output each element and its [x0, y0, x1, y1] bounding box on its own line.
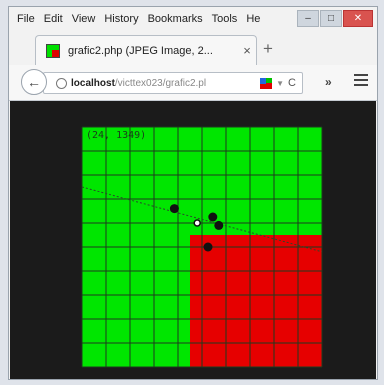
- close-window-button[interactable]: ✕: [343, 10, 373, 27]
- dropdown-icon[interactable]: ▼: [276, 79, 284, 88]
- hamburger-menu-icon[interactable]: [354, 74, 368, 86]
- window-controls: – □ ✕: [297, 10, 373, 27]
- tab-close-icon[interactable]: ×: [238, 43, 256, 58]
- minimize-button[interactable]: –: [297, 10, 319, 27]
- menu-edit[interactable]: Edit: [44, 13, 63, 25]
- thumbnail-icon[interactable]: [260, 77, 273, 89]
- menu-tools[interactable]: Tools: [212, 13, 238, 25]
- url-path: /victtex023/grafic2.pl: [114, 77, 207, 89]
- tab-title: grafic2.php (JPEG Image, 2...: [68, 44, 213, 57]
- navigation-bar: localhost /victtex023/grafic2.pl ▼ C ← »: [9, 65, 377, 101]
- data-point: [208, 212, 218, 222]
- overflow-icon[interactable]: »: [325, 75, 332, 89]
- image-favicon-icon: [46, 43, 60, 58]
- coordinate-readout: (24, 1349): [86, 130, 146, 141]
- url-tools: ▼ C: [260, 77, 302, 89]
- data-point: [169, 204, 179, 214]
- url-host: localhost: [71, 77, 115, 89]
- highlight-marker: [193, 219, 201, 227]
- data-point: [214, 220, 224, 230]
- menu-history[interactable]: History: [104, 13, 138, 25]
- red-region: [190, 235, 322, 367]
- menu-file[interactable]: File: [17, 13, 35, 25]
- globe-icon: [56, 77, 67, 89]
- grafic-image: (24, 1349): [81, 126, 323, 368]
- image-viewport: (24, 1349): [10, 101, 376, 379]
- new-tab-button[interactable]: +: [263, 39, 273, 59]
- menu-help[interactable]: He: [246, 13, 260, 25]
- data-point: [203, 242, 213, 252]
- tab-strip: grafic2.php (JPEG Image, 2... × +: [9, 33, 377, 65]
- maximize-button[interactable]: □: [320, 10, 342, 27]
- menu-view[interactable]: View: [72, 13, 96, 25]
- back-arrow-icon: ←: [27, 74, 41, 90]
- menu-bookmarks[interactable]: Bookmarks: [148, 13, 203, 25]
- url-bar[interactable]: localhost /victtex023/grafic2.pl ▼ C: [43, 72, 303, 94]
- reload-icon[interactable]: C: [288, 77, 296, 89]
- back-button[interactable]: ←: [21, 69, 47, 95]
- browser-window: File Edit View History Bookmarks Tools H…: [8, 6, 378, 380]
- tab-grafic2[interactable]: grafic2.php (JPEG Image, 2... ×: [35, 35, 257, 65]
